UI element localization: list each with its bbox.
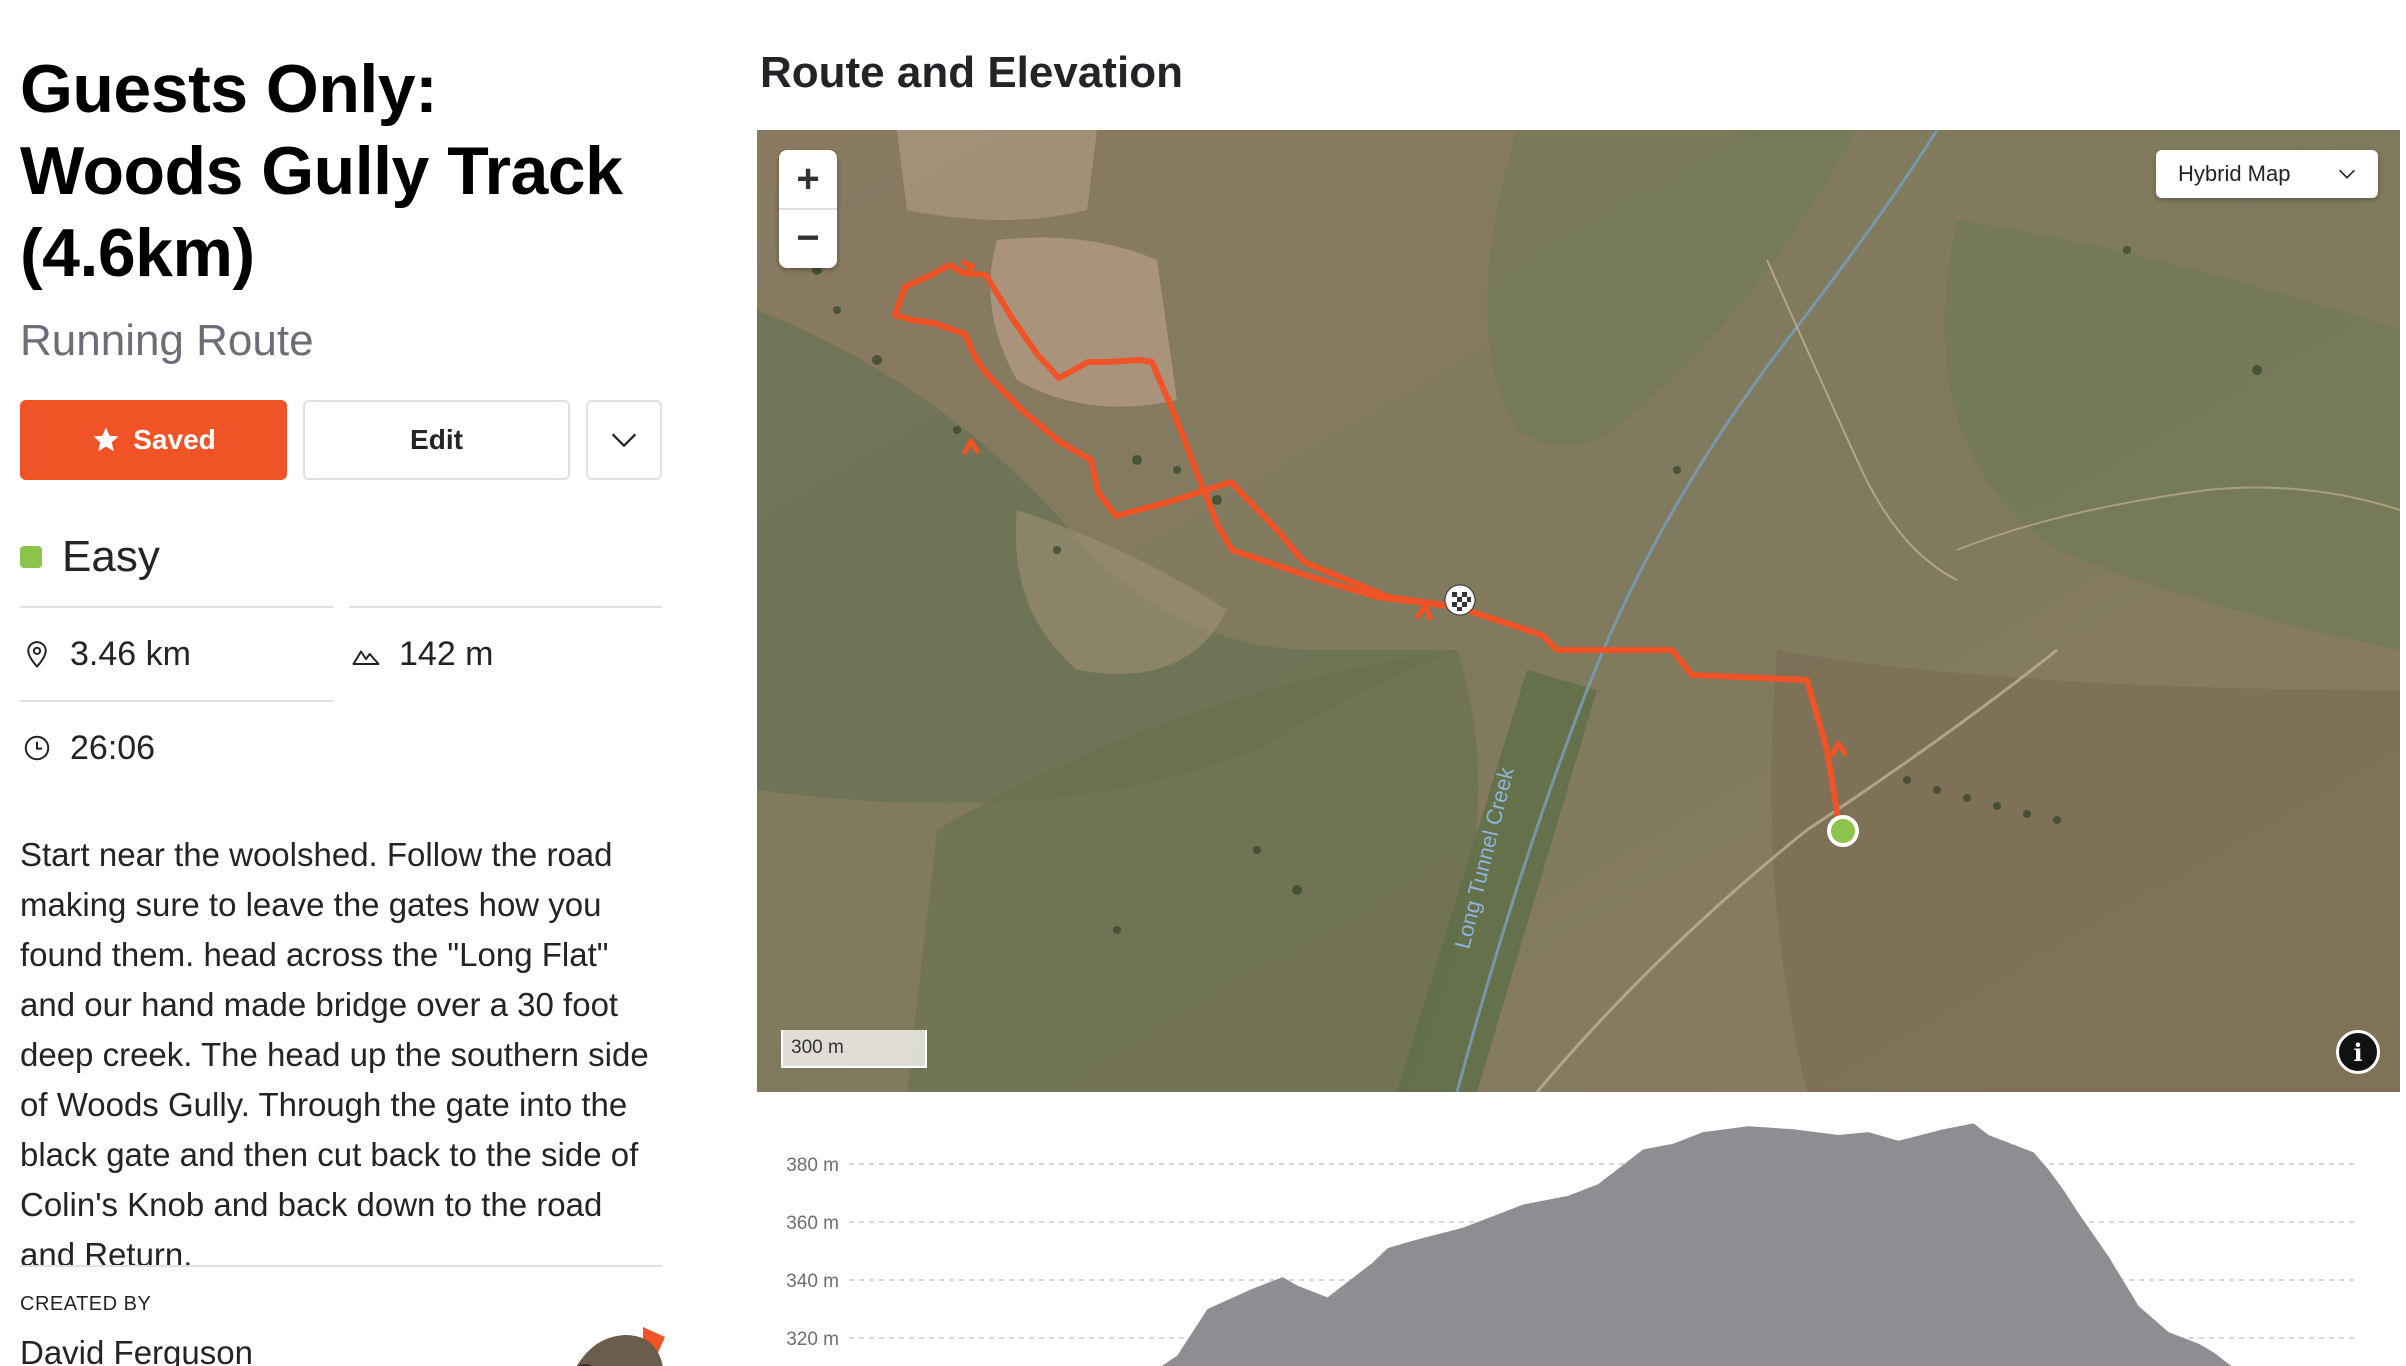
distance-stat: 3.46 km bbox=[20, 606, 333, 700]
edit-button[interactable]: Edit bbox=[303, 400, 570, 480]
map-type-label: Hybrid Map bbox=[2178, 161, 2291, 186]
difficulty-indicator bbox=[20, 546, 42, 568]
scale-label: 300 m bbox=[791, 1037, 844, 1058]
location-pin-icon bbox=[27, 641, 47, 668]
route-title: Guests Only: Woods Gully Track (4.6km) bbox=[20, 51, 623, 291]
map-info-button[interactable]: i bbox=[2336, 1030, 2380, 1074]
info-icon: i bbox=[2353, 1037, 2363, 1067]
clock-icon bbox=[24, 735, 50, 761]
creator-label: CREATED BY bbox=[20, 1293, 152, 1315]
elevation-tick-label: 360 m bbox=[786, 1213, 839, 1234]
section-title: Route and Elevation bbox=[760, 48, 1183, 97]
zoom-in-button[interactable]: + bbox=[779, 150, 837, 208]
start-marker[interactable] bbox=[1827, 815, 1859, 847]
route-type: Running Route bbox=[20, 316, 314, 365]
time-stat: 26:06 bbox=[20, 700, 333, 794]
zoom-out-button[interactable]: − bbox=[779, 208, 837, 266]
route-stats: 3.46 km 142 m 26:06 bbox=[20, 606, 662, 794]
saved-button[interactable]: Saved bbox=[20, 400, 287, 480]
difficulty: Easy bbox=[20, 532, 662, 582]
star-icon bbox=[93, 427, 119, 452]
map-type-select[interactable]: Hybrid Map bbox=[2156, 150, 2378, 198]
mountain-icon bbox=[352, 650, 380, 665]
elevation-gain-value: 142 m bbox=[399, 634, 494, 673]
chevron-down-icon bbox=[611, 433, 637, 448]
elevation-area[interactable] bbox=[847, 1123, 2349, 1366]
saved-label: Saved bbox=[133, 424, 216, 455]
elevation-stat: 142 m bbox=[349, 606, 662, 700]
distance-value: 3.46 km bbox=[70, 634, 191, 673]
route-actions: Saved Edit bbox=[20, 400, 662, 480]
route-description: Start near the woolshed. Follow the road… bbox=[20, 836, 649, 1273]
more-options-button[interactable] bbox=[586, 400, 662, 480]
route-map[interactable]: Long Tunnel Creek + − Hybrid Map 300 m i bbox=[757, 130, 2400, 1092]
zoom-control: + − bbox=[779, 150, 837, 268]
satellite-imagery[interactable]: Long Tunnel Creek bbox=[757, 130, 2400, 1092]
elevation-tick-label: 320 m bbox=[786, 1329, 839, 1350]
avatar[interactable] bbox=[565, 1327, 673, 1366]
difficulty-label: Easy bbox=[62, 532, 160, 581]
elevation-tick-label: 340 m bbox=[786, 1271, 839, 1292]
creator-section: CREATED BY David Ferguson bbox=[20, 1265, 665, 1366]
elevation-chart: 380 m 360 m 340 m 320 m bbox=[786, 1123, 2355, 1366]
elevation-tick-label: 380 m bbox=[786, 1155, 839, 1176]
chevron-down-icon bbox=[2339, 169, 2355, 179]
finish-marker[interactable] bbox=[1444, 584, 1476, 616]
time-value: 26:06 bbox=[70, 728, 156, 767]
route-details: Guests Only: Woods Gully Track (4.6km) R… bbox=[20, 48, 662, 1280]
map-scale: 300 m bbox=[781, 1030, 927, 1068]
